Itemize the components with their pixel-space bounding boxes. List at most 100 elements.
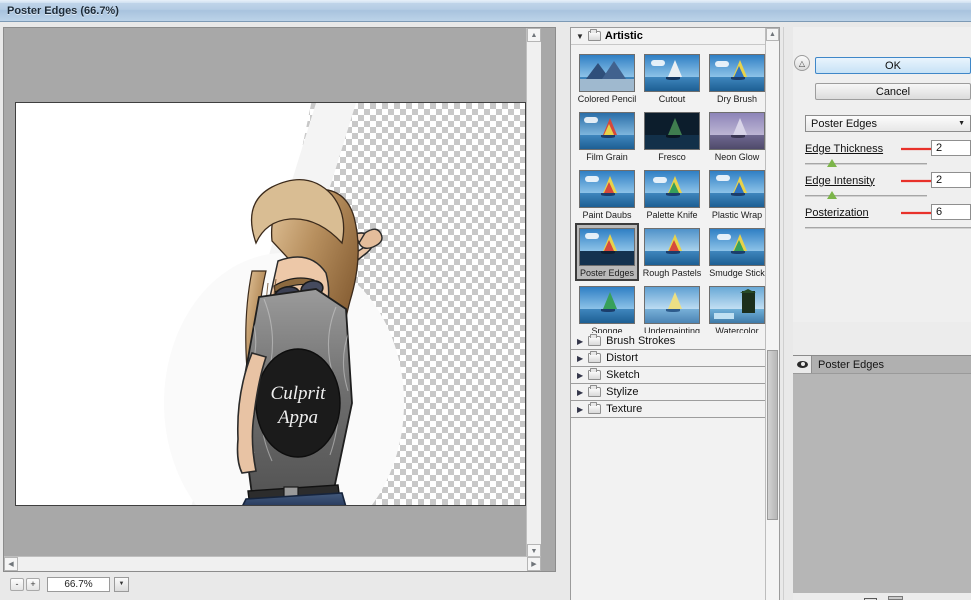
settings-panel: △ OK Cancel Poster Edges ▼ Edge Thicknes… bbox=[793, 27, 971, 600]
caret-right-icon: ▶ bbox=[577, 370, 584, 380]
filter-thumbnail bbox=[644, 228, 700, 266]
slider-value-input[interactable]: 6 bbox=[931, 204, 971, 220]
title-bar-highlight bbox=[0, 0, 971, 3]
preview-scroll-up-button[interactable]: ▲ bbox=[527, 28, 541, 42]
filter-thumbnail bbox=[709, 112, 765, 150]
document-preview[interactable]: Culprit Appa bbox=[15, 102, 526, 506]
preview-scroll-left-button[interactable]: ◀ bbox=[4, 557, 18, 571]
gallery-scroll-up-button[interactable]: ▲ bbox=[766, 28, 779, 41]
filter-thumbnail bbox=[644, 112, 700, 150]
caret-right-icon: ▶ bbox=[577, 336, 584, 346]
filter-item-paint-daubs[interactable]: Paint Daubs bbox=[575, 165, 639, 223]
filter-label: Colored Pencil bbox=[577, 94, 637, 104]
filter-item-dry-brush[interactable]: Dry Brush bbox=[705, 49, 766, 107]
filter-item-neon-glow[interactable]: Neon Glow bbox=[705, 107, 766, 165]
filter-thumbnail bbox=[579, 286, 635, 324]
slider-track[interactable] bbox=[805, 159, 927, 167]
filter-thumbnail bbox=[579, 170, 635, 208]
filter-label: Rough Pastels bbox=[642, 268, 702, 278]
category-label: Artistic bbox=[604, 30, 643, 42]
filtered-photo: Culprit Appa bbox=[16, 103, 525, 505]
filter-thumbnail bbox=[709, 54, 765, 92]
category-row-sketch[interactable]: ▶ Sketch bbox=[571, 367, 766, 384]
filter-thumbnail bbox=[644, 286, 700, 324]
slider-label: Edge Thickness bbox=[805, 142, 884, 155]
category-label: Distort bbox=[606, 352, 638, 364]
category-row-stylize[interactable]: ▶ Stylize bbox=[571, 384, 766, 401]
slider-track[interactable] bbox=[805, 191, 927, 199]
category-row-texture[interactable]: ▶ Texture bbox=[571, 401, 766, 418]
effect-layer-row[interactable]: Poster Edges bbox=[793, 356, 971, 374]
slider-label: Posterization bbox=[805, 206, 869, 219]
filter-gallery-panel: ▼ Artistic Colored Pencil Cutout Dry Bru… bbox=[570, 27, 780, 600]
filter-item-smudge-stick[interactable]: Smudge Stick bbox=[705, 223, 766, 281]
filter-item-plastic-wrap[interactable]: Plastic Wrap bbox=[705, 165, 766, 223]
window-title: Poster Edges (66.7%) bbox=[7, 4, 119, 17]
category-row-distort[interactable]: ▶ Distort bbox=[571, 350, 766, 367]
filter-label: Neon Glow bbox=[714, 152, 760, 162]
slider-edge-thickness: Edge Thickness 2 bbox=[805, 140, 971, 167]
shirt-print-line-2: Appa bbox=[276, 407, 318, 428]
preview-horizontal-scrollbar[interactable]: ◀ ▶ bbox=[4, 556, 541, 571]
filter-item-watercolor[interactable]: Watercolor bbox=[705, 281, 766, 339]
preview-canvas-area[interactable]: Culprit Appa ▲ ▼ bbox=[4, 28, 541, 558]
ok-button[interactable]: OK bbox=[815, 57, 971, 74]
panel-divider bbox=[783, 27, 784, 600]
filter-name-value: Poster Edges bbox=[811, 117, 878, 130]
filter-label: Palette Knife bbox=[646, 210, 698, 220]
zoom-controls: - + 66.7% ▼ bbox=[3, 574, 556, 594]
dialog-body: Culprit Appa ▲ ▼ ◀ ▶ - + 66.7% ▼ ▼ Artis… bbox=[0, 22, 971, 600]
chevron-down-icon: ▼ bbox=[958, 120, 965, 127]
filter-item-cutout[interactable]: Cutout bbox=[640, 49, 704, 107]
filter-thumbnail bbox=[709, 286, 765, 324]
folder-icon bbox=[588, 402, 602, 414]
filter-label: Smudge Stick bbox=[709, 268, 765, 278]
gallery-scrollbar-thumb[interactable] bbox=[767, 350, 778, 520]
filter-label: Cutout bbox=[658, 94, 686, 104]
preview-scroll-right-button[interactable]: ▶ bbox=[527, 557, 541, 571]
category-label: Brush Strokes bbox=[606, 335, 676, 347]
caret-right-icon: ▶ bbox=[577, 387, 584, 397]
slider-knob[interactable] bbox=[826, 191, 837, 199]
zoom-level-value[interactable]: 66.7% bbox=[47, 576, 110, 592]
filter-item-film-grain[interactable]: Film Grain bbox=[575, 107, 639, 165]
filter-item-colored-pencil[interactable]: Colored Pencil bbox=[575, 49, 639, 107]
gallery-vertical-scrollbar[interactable]: ▲ ▼ bbox=[765, 28, 779, 600]
filter-label: Poster Edges bbox=[579, 268, 635, 278]
double-chevron-up-icon[interactable]: △ bbox=[794, 55, 810, 71]
filter-item-poster-edges[interactable]: Poster Edges bbox=[575, 223, 639, 281]
cancel-button[interactable]: Cancel bbox=[815, 83, 971, 100]
preview-vertical-scrollbar[interactable]: ▲ ▼ bbox=[526, 28, 541, 558]
eye-icon[interactable] bbox=[793, 356, 812, 373]
filter-thumbnail bbox=[579, 54, 635, 92]
caret-right-icon: ▶ bbox=[577, 353, 584, 363]
zoom-dropdown-icon[interactable]: ▼ bbox=[114, 576, 129, 592]
category-row-brush-strokes[interactable]: ▶ Brush Strokes bbox=[571, 333, 766, 350]
category-header-artistic[interactable]: ▼ Artistic bbox=[571, 28, 766, 45]
filter-label: Paint Daubs bbox=[582, 210, 632, 220]
filter-name-dropdown[interactable]: Poster Edges ▼ bbox=[805, 115, 971, 132]
caret-down-icon: ▼ bbox=[576, 31, 584, 41]
slider-knob[interactable] bbox=[826, 159, 837, 167]
photo-svg: Culprit Appa bbox=[164, 103, 404, 505]
title-bar: Poster Edges (66.7%) bbox=[0, 0, 971, 22]
shirt-print-line-1: Culprit bbox=[271, 383, 327, 404]
slider-value-input[interactable]: 2 bbox=[931, 172, 971, 188]
filter-label: Film Grain bbox=[586, 152, 628, 162]
folder-icon bbox=[588, 351, 602, 363]
zoom-out-button[interactable]: - bbox=[10, 577, 24, 591]
caret-right-icon: ▶ bbox=[577, 404, 584, 414]
category-label: Stylize bbox=[606, 386, 639, 398]
filter-label: Dry Brush bbox=[716, 94, 757, 104]
slider-track[interactable] bbox=[805, 227, 971, 229]
zoom-in-button[interactable]: + bbox=[26, 577, 40, 591]
filter-item-fresco[interactable]: Fresco bbox=[640, 107, 704, 165]
slider-value-input[interactable]: 2 bbox=[931, 140, 971, 156]
preview-pane: Culprit Appa ▲ ▼ ◀ ▶ bbox=[3, 27, 556, 572]
category-label: Sketch bbox=[606, 369, 640, 381]
filter-item-underpainting[interactable]: Underpainting bbox=[640, 281, 704, 339]
filter-item-sponge[interactable]: Sponge bbox=[575, 281, 639, 339]
filter-item-rough-pastels[interactable]: Rough Pastels bbox=[640, 223, 704, 281]
filter-item-palette-knife[interactable]: Palette Knife bbox=[640, 165, 704, 223]
slider-edge-intensity: Edge Intensity 2 bbox=[805, 172, 971, 199]
